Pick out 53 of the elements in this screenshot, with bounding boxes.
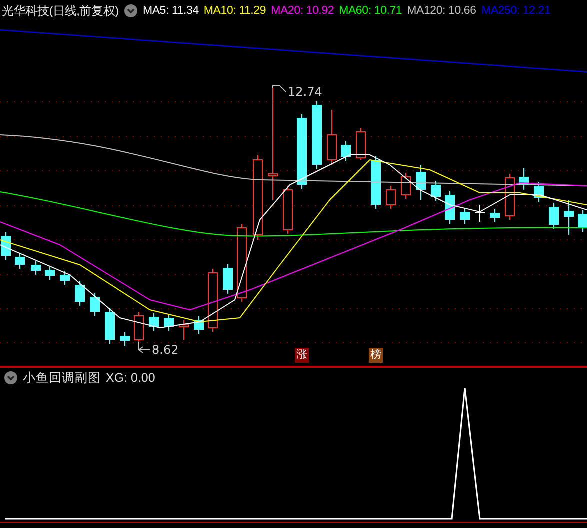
candlestick [564,200,574,236]
marker-badge: 榜 [369,348,383,363]
candlestick [505,174,515,220]
candlestick [223,264,233,294]
candlestick [31,260,41,276]
candlestick [431,180,441,202]
candlestick [164,314,174,332]
candlestick [312,100,322,170]
leader-line [138,342,150,354]
candlestick [15,252,25,270]
moving-average-reading: MA250: 12.21 [481,5,551,17]
candlestick [416,164,426,200]
candlestick [60,270,70,286]
candlestick [208,268,218,332]
candlestick [549,202,559,230]
moving-average-reading: MA10: 11.29 [204,5,266,17]
dropdown-icon[interactable] [4,371,18,385]
chart-title: 光华科技(日线,前复权) [2,2,119,20]
candlestick [371,156,381,210]
candlestick [519,168,529,190]
candlestick [341,140,351,162]
candlestick [75,280,85,306]
candlestick [401,172,411,200]
candlestick [105,308,115,344]
candlestick [356,128,366,160]
candlestick [90,292,100,316]
candlestick [474,204,486,222]
moving-average-reading: MA60: 10.71 [339,5,402,17]
candlestick [283,186,293,234]
low-price-label: 8.62 [152,344,179,356]
candlestick [134,312,144,344]
indicator-title: 小鱼回调副图 [23,370,101,386]
high-price-label: 12.74 [288,86,322,98]
candlestick [120,332,130,346]
candlestick [490,208,500,222]
candlestick [45,266,55,280]
candlestick [534,182,544,202]
candlestick [460,208,470,224]
marker-badge: 涨 [295,348,309,363]
moving-average-reading: MA5: 11.34 [142,5,199,17]
dropdown-icon[interactable] [124,4,138,18]
candlestick [194,316,204,334]
candlestick [179,320,189,340]
candlestick [445,190,455,224]
candlestick [327,110,337,166]
indicator-reading: XG: 0.00 [106,371,156,385]
moving-average-reading: MA20: 10.92 [271,5,334,17]
candlestick [149,312,159,332]
candlestick [578,210,587,232]
moving-average-reading: MA120: 10.66 [407,5,476,17]
candlestick [386,186,396,210]
leader-line [272,86,286,92]
candlestick [1,232,11,260]
